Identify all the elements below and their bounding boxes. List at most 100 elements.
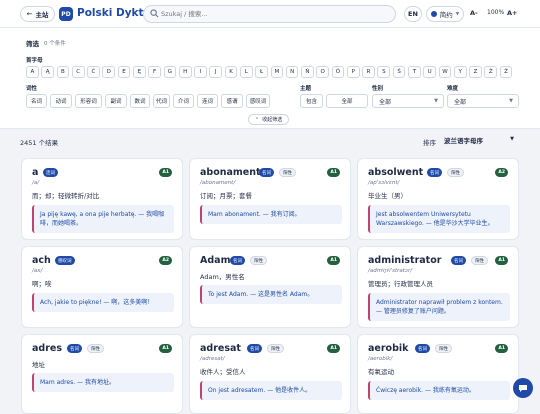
letter-chip[interactable]: B	[56, 66, 70, 78]
chevron-down-icon: ▼	[455, 11, 460, 17]
letter-chip[interactable]: F	[148, 66, 161, 78]
letter-chip[interactable]: T	[408, 66, 421, 78]
ipa-text: /ap'sɔlvɛnt/	[368, 180, 400, 186]
translation-text: Adam，男性名	[200, 273, 245, 281]
word-card[interactable]: administrator 名词 阳性 A1/admʲiɲʲi'stratɔr/管理员…	[357, 246, 519, 328]
word-title: a	[32, 167, 39, 178]
letter-chip[interactable]: R	[362, 66, 375, 78]
letter-chip[interactable]: Ś	[392, 66, 406, 78]
pos-chip[interactable]: 名词	[26, 94, 47, 108]
letter-chip[interactable]: G	[163, 66, 177, 78]
search-box	[143, 5, 396, 23]
gender-badge: 阳性	[435, 344, 452, 353]
chat-button[interactable]	[513, 378, 533, 398]
pos-chip[interactable]: 感谓	[221, 94, 243, 108]
word-card[interactable]: abonament 名词 阳性 A1/abonament/订阅；月票；套餐 Mam ab…	[189, 158, 351, 240]
letter-chip[interactable]: L	[239, 66, 253, 78]
gender-select[interactable]: 全部 ▼	[372, 94, 444, 108]
letter-chip[interactable]: K	[224, 66, 238, 78]
pos-chip[interactable]: 代词	[153, 94, 170, 108]
palette-icon	[430, 11, 437, 17]
example-box: Mam adres. — 我有地址。	[32, 373, 174, 392]
word-card[interactable]: aerobik 名词 阳性 A1/aerobik/有氧运动 Ćwiczę aerobik…	[357, 334, 519, 414]
ipa-text: /admʲiɲʲi'stratɔr/	[368, 268, 413, 274]
letter-chip[interactable]: N	[285, 66, 299, 78]
letter-chip[interactable]: Ą	[41, 66, 54, 78]
example-box: On jest adresatem. — 他是收件人。	[200, 381, 342, 400]
collapse-filters-button[interactable]: ⌃ 收起筛选	[248, 114, 290, 125]
letter-chip[interactable]: J	[209, 66, 223, 78]
pos-chip[interactable]: 副词	[105, 94, 127, 108]
font-increase-button[interactable]: A+	[507, 9, 517, 17]
letter-chip[interactable]: O	[316, 66, 330, 78]
letter-chip[interactable]: Ł	[255, 66, 268, 78]
pos-chip[interactable]: 感叹词	[246, 94, 270, 108]
home-button[interactable]: ← 主站	[20, 6, 55, 22]
pos-chip[interactable]: 形容词	[75, 94, 102, 108]
letter-chip[interactable]: U	[423, 66, 436, 78]
word-card[interactable]: absolwent 名词 阳性 A2/ap'sɔlvɛnt/毕业生（男） Jest ab…	[357, 158, 519, 240]
example-box: Ach, jakie to piękne! — 啊，这多美啊！	[32, 293, 174, 312]
letter-chip[interactable]: S	[377, 66, 391, 78]
level-select[interactable]: 全部 ▼	[447, 94, 519, 108]
sort-select[interactable]: 波兰语字母序 ▼	[440, 133, 518, 147]
ipa-text: /abonament/	[200, 180, 236, 186]
letter-chip[interactable]: Y	[453, 66, 467, 78]
gender-badge: 阳性	[279, 168, 296, 177]
letter-chip[interactable]: Ź	[484, 66, 498, 78]
letter-chip[interactable]: Ó	[331, 66, 345, 78]
search-input[interactable]	[161, 8, 381, 20]
letter-chip[interactable]: I	[194, 66, 207, 78]
chevron-down-icon: ▼	[509, 98, 513, 104]
letter-chip[interactable]: M	[270, 66, 284, 78]
result-count: 2451 个结果	[20, 139, 59, 147]
collapse-label: 收起筛选	[262, 117, 283, 123]
translation-text: 毕业生（男）	[368, 192, 407, 200]
example-box: Administrator naprawił problem z kontem.…	[368, 293, 510, 321]
gender-badge: 阳性	[471, 256, 488, 265]
letter-chip[interactable]: Z	[469, 66, 482, 78]
pos-chip[interactable]: 动词	[50, 94, 72, 108]
translation-text: 地址	[32, 361, 45, 369]
pos-badge: 感叹词	[55, 256, 75, 265]
pos-badge: 名词	[247, 344, 262, 353]
ipa-text: /ax/	[32, 268, 43, 274]
pos-chip[interactable]: 介词	[173, 94, 194, 108]
ipa-text: /adresat/	[200, 356, 225, 362]
word-card[interactable]: adresat 名词 阳性 A1/adresat/收件人；受信人 On jest adr…	[189, 334, 351, 414]
letter-chip[interactable]: C	[71, 66, 85, 78]
pos-badge: 连词	[43, 168, 58, 177]
pos-chip[interactable]: 数词	[130, 94, 150, 108]
pos-badge: 名词	[230, 256, 245, 265]
word-card[interactable]: a 连词 A1/a/而；却；轻微转折/对比 Ja piję kawę, a ona p…	[21, 158, 183, 240]
letter-chip[interactable]: H	[178, 66, 192, 78]
letter-chip[interactable]: A	[26, 66, 39, 78]
language-button[interactable]: EN	[404, 6, 422, 22]
letter-chip[interactable]: Ć	[87, 66, 100, 78]
word-card[interactable]: adres 名词 阳性 A1 地址 Mam adres. — 我有地址。	[21, 334, 183, 414]
gender-value: 全部	[379, 98, 392, 106]
word-title: abonament	[200, 167, 261, 178]
topic-all-chip[interactable]: 全部	[326, 94, 368, 108]
translation-text: 管理员；行政管理人员	[368, 280, 433, 288]
word-title: absolwent	[368, 167, 424, 178]
gender-badge: 阳性	[447, 168, 464, 177]
letter-chip[interactable]: P	[346, 66, 360, 78]
letter-chip[interactable]: W	[438, 66, 452, 78]
font-decrease-button[interactable]: A-	[470, 9, 478, 17]
sort-label: 排序	[423, 139, 436, 147]
letter-chip[interactable]: Ę	[132, 66, 146, 78]
level-badge: A1	[159, 344, 172, 353]
level-badge: A1	[327, 168, 340, 177]
theme-select[interactable]: 简约 ▼	[426, 6, 464, 22]
letter-chip[interactable]: Ń	[301, 66, 314, 78]
word-card[interactable]: ach 感叹词 A2/ax/啊；唉 Ach, jakie to piękne! — 啊…	[21, 246, 183, 328]
translation-text: 而；却；轻微转折/对比	[32, 192, 100, 200]
topic-include-chip[interactable]: 包含	[300, 94, 323, 108]
pos-label: 词性	[26, 86, 38, 92]
letter-chip[interactable]: Ż	[499, 66, 513, 78]
word-card[interactable]: Adam 名词 阳性 A1 Adam，男性名 To jest Adam. — 这是男性名 …	[189, 246, 351, 328]
letter-chip[interactable]: D	[102, 66, 116, 78]
pos-chip[interactable]: 连词	[197, 94, 218, 108]
letter-chip[interactable]: E	[117, 66, 131, 78]
